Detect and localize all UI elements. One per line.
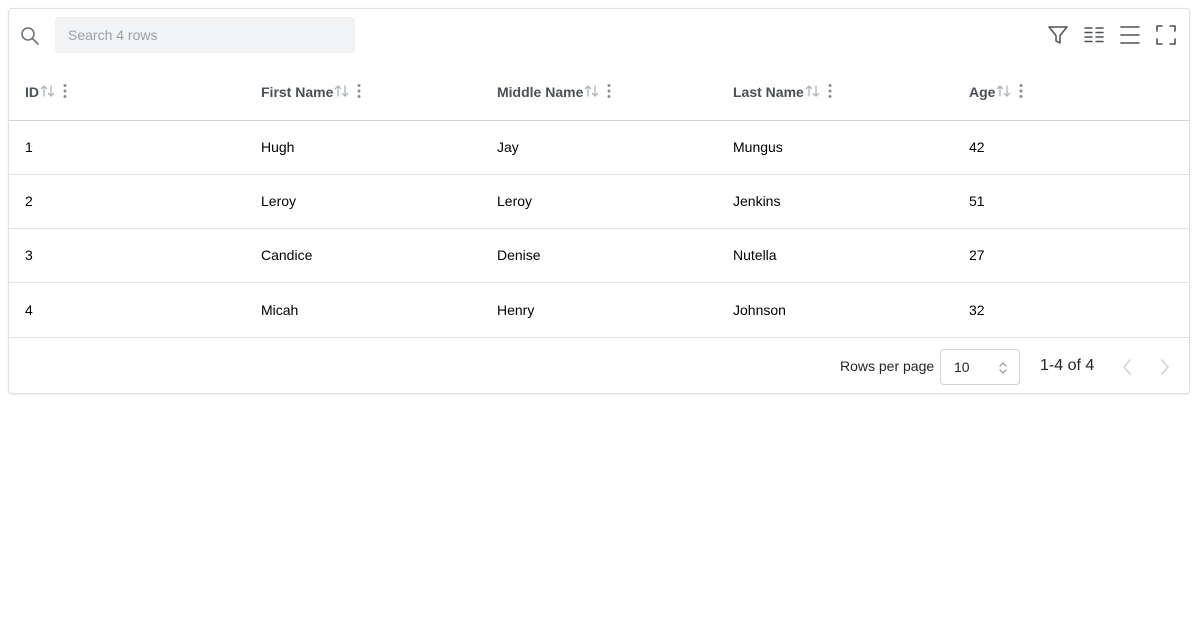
- table-row[interactable]: 3 Candice Denise Nutella 27: [9, 228, 1189, 282]
- sort-icon[interactable]: [584, 84, 599, 101]
- sort-icon[interactable]: [334, 84, 349, 101]
- sort-icon[interactable]: [805, 84, 820, 101]
- table-cell: Denise: [497, 247, 541, 263]
- column-header-label: ID: [25, 84, 39, 101]
- density-icon[interactable]: [1118, 23, 1142, 47]
- column-header[interactable]: First Name: [245, 65, 481, 120]
- column-header[interactable]: ID: [9, 65, 245, 120]
- table-cell: 27: [969, 247, 985, 263]
- table-cell: Nutella: [733, 247, 777, 263]
- column-header[interactable]: Last Name: [717, 65, 953, 120]
- data-table: ID First Name Middle Name Last Name Age 1 Hug…: [9, 65, 1189, 338]
- table-row[interactable]: 2 Leroy Leroy Jenkins 51: [9, 174, 1189, 228]
- column-header-label: Middle Name: [497, 84, 584, 101]
- table-cell: Candice: [261, 247, 313, 263]
- column-menu-icon[interactable]: [357, 83, 361, 102]
- table-cell: 32: [969, 301, 985, 318]
- search-input[interactable]: [55, 17, 355, 53]
- table-cell: Jay: [497, 139, 519, 155]
- sort-icon[interactable]: [996, 84, 1011, 101]
- table-cell: Micah: [261, 301, 299, 318]
- column-header[interactable]: Age: [953, 65, 1189, 120]
- table-row[interactable]: 1 Hugh Jay Mungus 42: [9, 120, 1189, 174]
- sort-icon[interactable]: [40, 84, 55, 101]
- next-page-button[interactable]: [1154, 356, 1176, 378]
- column-header-label: Last Name: [733, 84, 804, 101]
- column-header[interactable]: Middle Name: [481, 65, 717, 120]
- column-menu-icon[interactable]: [828, 83, 832, 102]
- fullscreen-icon[interactable]: [1154, 23, 1178, 47]
- column-menu-icon[interactable]: [1019, 83, 1023, 102]
- table-cell: Mungus: [733, 139, 783, 155]
- rows-per-page-select[interactable]: 10: [940, 349, 1020, 385]
- table-cell: 2: [25, 193, 33, 209]
- table-body: 1 Hugh Jay Mungus 42 2 Leroy Leroy Jenkins 51 3 Can…: [9, 120, 1189, 337]
- column-header-label: First Name: [261, 84, 334, 101]
- table-cell: Jenkins: [733, 193, 781, 209]
- chevron-left-icon: [1123, 359, 1131, 375]
- columns-icon[interactable]: [1082, 23, 1106, 47]
- table-cell: 1: [25, 139, 33, 155]
- data-table-card: ID First Name Middle Name Last Name Age 1 Hug…: [8, 8, 1190, 394]
- table-cell: 51: [969, 193, 985, 209]
- table-cell: Leroy: [497, 193, 533, 209]
- table-cell: 42: [969, 139, 985, 155]
- page-info: 1-4 of 4: [1040, 357, 1095, 374]
- table-cell: Leroy: [261, 193, 297, 209]
- table-cell: 3: [25, 247, 33, 263]
- table-row[interactable]: 4 Micah Henry Johnson 32: [9, 282, 1189, 337]
- pagination-footer: Rows per page 10 1-4 of 4: [9, 339, 1189, 393]
- column-header-label: Age: [969, 84, 996, 101]
- search-icon: [20, 26, 40, 46]
- filter-icon[interactable]: [1046, 23, 1070, 47]
- table-cell: Henry: [497, 301, 535, 318]
- rows-per-page-value: 10: [954, 359, 970, 375]
- table-cell: Johnson: [733, 301, 786, 318]
- column-menu-icon[interactable]: [607, 83, 611, 102]
- table-header-row: ID First Name Middle Name Last Name Age: [9, 65, 1189, 120]
- chevron-right-icon: [1161, 359, 1169, 375]
- column-menu-icon[interactable]: [63, 83, 67, 102]
- table-toolbar: [9, 9, 1189, 63]
- table-cell: 4: [25, 301, 33, 318]
- rows-per-page-label: Rows per page: [840, 358, 935, 374]
- previous-page-button[interactable]: [1116, 356, 1138, 378]
- select-chevron-icon: [999, 361, 1007, 377]
- table-cell: Hugh: [261, 139, 295, 155]
